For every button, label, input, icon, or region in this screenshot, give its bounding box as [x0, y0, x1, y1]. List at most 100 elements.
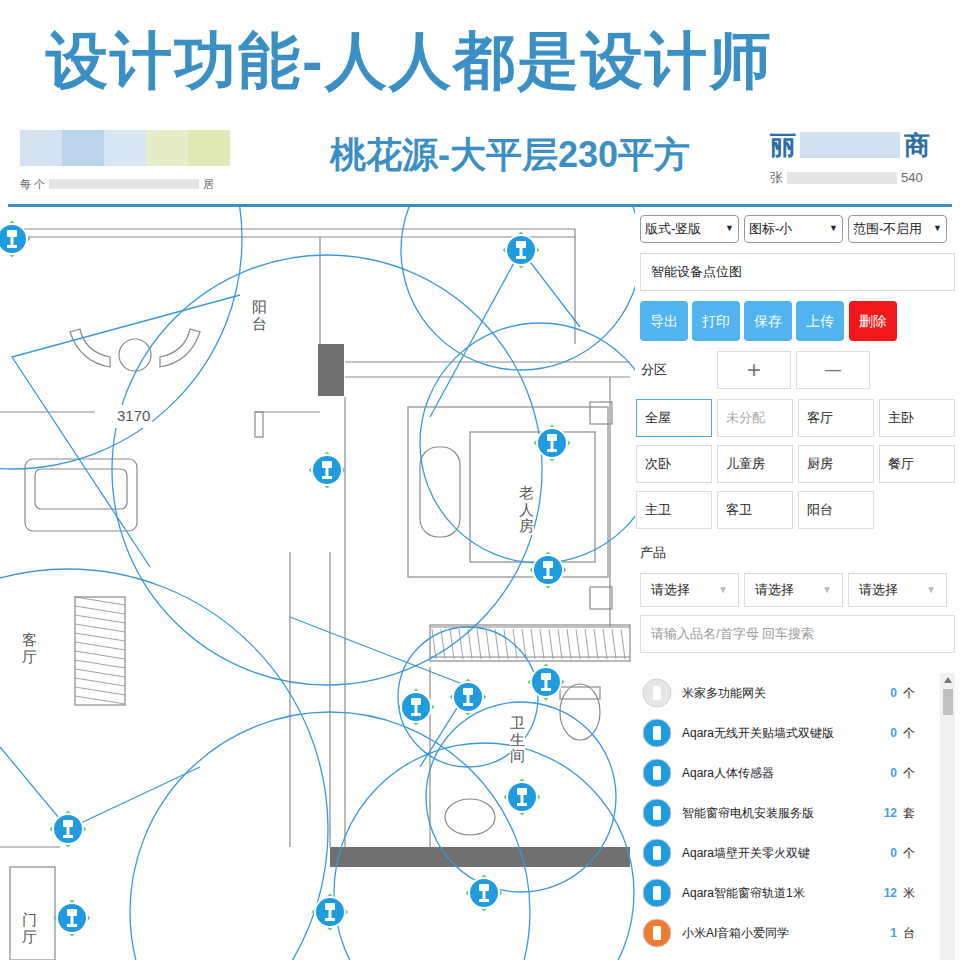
- product-row[interactable]: Aqara墙壁开关零火双键0个: [640, 833, 955, 873]
- project-header: 每 个居桃花源-大平层230平方丽商张540: [0, 122, 960, 204]
- product-count: 12: [863, 804, 897, 822]
- side-panel: 版式-竖版▼图标-小▼范围-不启用▼ 智能设备点位图导出打印保存上传删除分区+— 全…: [635, 207, 960, 960]
- remove-zone-button[interactable]: —: [796, 351, 870, 389]
- product-icon: [642, 918, 672, 948]
- product-icon: [642, 878, 672, 908]
- client-block: 每 个居: [0, 122, 250, 204]
- sensor-pin[interactable]: [530, 552, 567, 589]
- plan-canvas[interactable]: 3170 阳台老人房卫生间 客厅门厅: [0, 207, 635, 960]
- room-label: 卫生间: [510, 715, 525, 765]
- product-row[interactable]: Aqara无线开关贴墙式双键版0个: [640, 713, 955, 753]
- dimension-label: 3170: [115, 405, 152, 428]
- zone-item[interactable]: 儿童房: [717, 445, 793, 483]
- blurred-logo: [20, 130, 230, 166]
- product-name: Aqara无线开关贴墙式双键版: [682, 724, 863, 742]
- app: 设计功能-人人都是设计师每 个居桃花源-大平层230平方丽商张540 3170 阳台…: [0, 0, 960, 960]
- scrollbar[interactable]: [940, 673, 955, 960]
- layout-select[interactable]: 范围-不启用▼: [848, 215, 947, 243]
- sensor-pin[interactable]: [0, 221, 30, 258]
- action-button[interactable]: 上传: [796, 301, 844, 341]
- product-name: Aqara墙壁开关零火双键: [682, 844, 863, 862]
- zone-item[interactable]: 餐厅: [879, 445, 955, 483]
- product-count: 1: [863, 924, 897, 942]
- product-unit: 米: [897, 884, 933, 902]
- layout-select[interactable]: 版式-竖版▼: [640, 215, 739, 243]
- product-name: 米家多功能网关: [682, 684, 863, 702]
- zone-header: 分区+—: [640, 351, 955, 389]
- banner-title: 设计功能-人人都是设计师: [46, 30, 773, 92]
- floor-plan: [0, 207, 635, 960]
- product-row[interactable]: 智能窗帘电机安装服务版12套: [640, 793, 955, 833]
- category-filter[interactable]: 请选择▼: [744, 573, 843, 607]
- product-unit: 台: [897, 924, 933, 942]
- product-name: 智能窗帘电机安装服务版: [682, 804, 863, 822]
- sensor-pin[interactable]: [312, 894, 349, 931]
- room-label: 门厅: [22, 912, 37, 945]
- add-zone-button[interactable]: +: [717, 351, 791, 389]
- dealer-block: 丽商张540: [770, 122, 960, 204]
- room-label: 阳台: [252, 299, 267, 332]
- product-count: 0: [863, 724, 897, 742]
- sensor-pin[interactable]: [528, 664, 565, 701]
- product-icon: [642, 838, 672, 868]
- zone-item[interactable]: 全屋: [636, 399, 712, 437]
- product-count: 0: [863, 684, 897, 702]
- sensor-pin[interactable]: [504, 779, 541, 816]
- product-count: 12: [863, 884, 897, 902]
- sensor-pin[interactable]: [503, 232, 540, 269]
- sensor-pin[interactable]: [309, 452, 346, 489]
- client-caption: 每 个居: [20, 176, 250, 193]
- product-unit: 个: [897, 684, 933, 702]
- sensor-pin[interactable]: [398, 689, 435, 726]
- product-row[interactable]: 小米AI音箱小爱同学1台: [640, 913, 955, 953]
- category-filter[interactable]: 请选择▼: [848, 573, 947, 607]
- workspace: 3170阳台老人房卫生间客厅门厅版式-竖版▼图标-小▼范围-不启用▼智能设备点位…: [0, 207, 960, 960]
- product-row[interactable]: 米家多功能网关0个: [640, 673, 955, 713]
- product-unit: 个: [897, 724, 933, 742]
- zone-item[interactable]: 客厅: [798, 399, 874, 437]
- product-icon: [642, 798, 672, 828]
- product-unit: 个: [897, 764, 933, 782]
- zone-item[interactable]: 主卧: [879, 399, 955, 437]
- project-title: 桃花源-大平层230平方: [250, 122, 770, 204]
- action-button[interactable]: 保存: [744, 301, 792, 341]
- layout-select[interactable]: 图标-小▼: [744, 215, 843, 243]
- product-search[interactable]: 请输入品名/首字母 回车搜索: [640, 615, 955, 653]
- room-label: 客厅: [22, 632, 37, 665]
- scroll-up-icon[interactable]: [944, 677, 952, 683]
- product-row[interactable]: Aqara智能窗帘轨道1米12米: [640, 873, 955, 913]
- product-unit: 个: [897, 844, 933, 862]
- sensor-pin[interactable]: [466, 875, 503, 912]
- select-row: 版式-竖版▼图标-小▼范围-不启用▼: [640, 215, 955, 243]
- products-label: 产品: [640, 543, 955, 563]
- sensor-pin[interactable]: [50, 811, 87, 848]
- filter-row: 请选择▼请选择▼请选择▼: [640, 573, 955, 607]
- product-count: 0: [863, 844, 897, 862]
- category-filter[interactable]: 请选择▼: [640, 573, 739, 607]
- product-icon: [642, 758, 672, 788]
- action-button[interactable]: 导出: [640, 301, 688, 341]
- product-count: 0: [863, 764, 897, 782]
- zone-item[interactable]: 次卧: [636, 445, 712, 483]
- sensor-pin[interactable]: [450, 679, 487, 716]
- zone-item[interactable]: 厨房: [798, 445, 874, 483]
- product-name: 小米AI音箱小爱同学: [682, 924, 863, 942]
- product-icon: [642, 718, 672, 748]
- zone-item[interactable]: 主卫: [636, 491, 712, 529]
- zone-item[interactable]: 客卫: [717, 491, 793, 529]
- sensor-pin[interactable]: [54, 900, 91, 937]
- product-name: Aqara人体传感器: [682, 764, 863, 782]
- header-rule: [8, 204, 952, 207]
- action-button[interactable]: 打印: [692, 301, 740, 341]
- product-unit: 套: [897, 804, 933, 822]
- product-name: Aqara智能窗帘轨道1米: [682, 884, 863, 902]
- zone-item[interactable]: 阳台: [798, 491, 874, 529]
- room-label: 老人房: [519, 485, 534, 535]
- sensor-pin[interactable]: [534, 425, 571, 462]
- action-button[interactable]: 删除: [849, 301, 897, 341]
- product-row[interactable]: Aqara人体传感器0个: [640, 753, 955, 793]
- zone-item[interactable]: 未分配: [717, 399, 793, 437]
- scroll-thumb[interactable]: [943, 689, 953, 715]
- zone-grid: 全屋未分配客厅主卧次卧儿童房厨房餐厅主卫客卫阳台: [636, 399, 955, 529]
- title-field[interactable]: 智能设备点位图: [640, 253, 955, 291]
